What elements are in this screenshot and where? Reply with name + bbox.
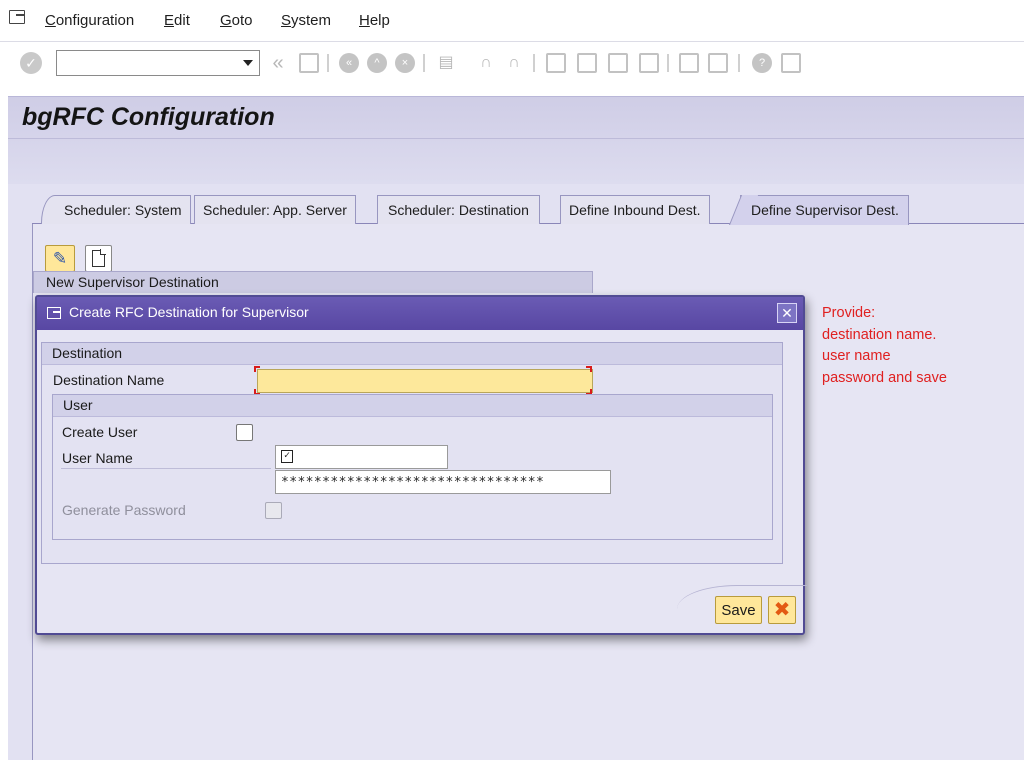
menu-configuration-mnemonic: C — [45, 12, 56, 29]
destination-name-input[interactable] — [257, 369, 593, 393]
command-input[interactable] — [59, 52, 239, 74]
dialog-title: Create RFC Destination for Supervisor — [69, 304, 309, 320]
destination-name-label: Destination Name — [53, 372, 165, 388]
print-icon[interactable]: ▤ — [436, 53, 456, 73]
back-icon[interactable]: « — [268, 53, 288, 73]
password-value: ******************************** — [281, 475, 545, 490]
generate-password-label: Generate Password — [62, 502, 186, 518]
tab-label: Scheduler: Destination — [388, 202, 529, 218]
save-button[interactable]: Save — [715, 596, 762, 624]
required-marker — [254, 366, 260, 372]
menu-system[interactable]: System — [281, 12, 331, 29]
create-rfc-destination-dialog: Create RFC Destination for Supervisor ✕ … — [35, 295, 807, 635]
tab-define-supervisor-dest[interactable]: Define Supervisor Dest. — [740, 195, 909, 225]
menu-goto-mnemonic: G — [220, 12, 232, 29]
menu-help-mnemonic: H — [359, 12, 370, 29]
find-icon[interactable]: ∩ — [476, 53, 496, 73]
user-name-input[interactable]: ✓ — [275, 445, 448, 469]
required-marker — [586, 366, 592, 372]
tab-define-inbound-dest[interactable]: Define Inbound Dest. — [560, 195, 710, 224]
tab-label: Define Supervisor Dest. — [751, 202, 899, 218]
user-section-header: User — [53, 395, 772, 417]
note-line: destination name. — [822, 326, 937, 343]
password-input[interactable]: ******************************** — [275, 470, 611, 494]
menu-system-mnemonic: S — [281, 12, 292, 29]
generate-password-checkbox[interactable] — [265, 502, 282, 519]
toolbar-separator — [423, 54, 425, 72]
menu-help-label: elp — [369, 12, 390, 29]
input-help-icon: ✓ — [281, 450, 293, 463]
destination-section-header: Destination — [42, 343, 782, 365]
close-icon[interactable]: ✕ — [777, 303, 797, 323]
previous-page-icon[interactable] — [577, 53, 597, 73]
create-user-checkbox[interactable] — [236, 424, 253, 441]
toolbar-separator — [738, 54, 740, 72]
note-line: password and save — [822, 369, 947, 386]
cancel-x-icon[interactable]: ✖ — [768, 596, 796, 624]
user-name-label: User Name — [62, 450, 133, 466]
tab-label: Scheduler: System — [64, 202, 182, 218]
tab-scheduler-system[interactable]: Scheduler: System — [41, 195, 191, 224]
dialog-icon — [47, 307, 61, 319]
menu-goto[interactable]: Goto — [220, 12, 253, 29]
menu-system-label: ystem — [291, 12, 332, 29]
tab-scheduler-app-server[interactable]: Scheduler: App. Server — [194, 195, 356, 224]
field-divider — [61, 468, 271, 469]
customize-layout-icon[interactable] — [781, 53, 801, 73]
menu-edit[interactable]: Edit — [164, 12, 190, 29]
shortcut-icon[interactable] — [708, 53, 728, 73]
menu-app-icon[interactable] — [9, 10, 25, 24]
menu-configuration-label: onfiguration — [55, 12, 135, 29]
standard-toolbar: ✓ « « ^ × ▤ ∩ ∩ ? — [0, 42, 1024, 84]
chevron-down-icon[interactable] — [243, 60, 253, 66]
menu-edit-label: dit — [174, 12, 190, 29]
exit-icon[interactable]: ^ — [367, 53, 387, 73]
save-icon[interactable] — [299, 53, 319, 73]
command-field[interactable] — [56, 50, 260, 76]
tab-label: Define Inbound Dest. — [569, 202, 701, 218]
toolbar-separator — [327, 54, 329, 72]
menu-help[interactable]: Help — [359, 12, 390, 29]
pencil-icon[interactable]: ✎ — [45, 245, 75, 272]
back-nav-icon[interactable]: « — [339, 53, 359, 73]
title-divider — [8, 138, 1024, 139]
create-user-label: Create User — [62, 424, 138, 440]
page-title: bgRFC Configuration — [22, 103, 275, 131]
note-line: Provide: — [822, 305, 876, 321]
cancel-icon[interactable]: × — [395, 53, 415, 73]
create-session-icon[interactable] — [679, 53, 699, 73]
first-page-icon[interactable] — [546, 53, 566, 73]
enter-icon[interactable]: ✓ — [20, 52, 42, 74]
title-area: bgRFC Configuration — [8, 96, 1024, 184]
group-header: New Supervisor Destination — [33, 271, 593, 293]
menu-edit-mnemonic: E — [164, 12, 175, 29]
find-next-icon[interactable]: ∩ — [504, 53, 524, 73]
note-line: user name — [822, 348, 891, 364]
menu-bar: Configuration Edit Goto System Help — [0, 0, 1024, 42]
tab-scheduler-destination[interactable]: Scheduler: Destination — [377, 195, 540, 224]
toolbar-separator — [533, 54, 535, 72]
tab-label: Scheduler: App. Server — [203, 202, 347, 218]
instruction-note: Provide: destination name. user name pas… — [822, 303, 947, 389]
new-document-icon[interactable] — [85, 245, 112, 272]
help-icon[interactable]: ? — [752, 53, 772, 73]
document-shape — [92, 249, 106, 267]
menu-configuration[interactable]: Configuration — [45, 12, 134, 29]
dialog-titlebar[interactable]: Create RFC Destination for Supervisor ✕ — [37, 297, 803, 330]
menu-goto-label: oto — [231, 12, 253, 29]
next-page-icon[interactable] — [608, 53, 628, 73]
toolbar-separator — [667, 54, 669, 72]
last-page-icon[interactable] — [639, 53, 659, 73]
